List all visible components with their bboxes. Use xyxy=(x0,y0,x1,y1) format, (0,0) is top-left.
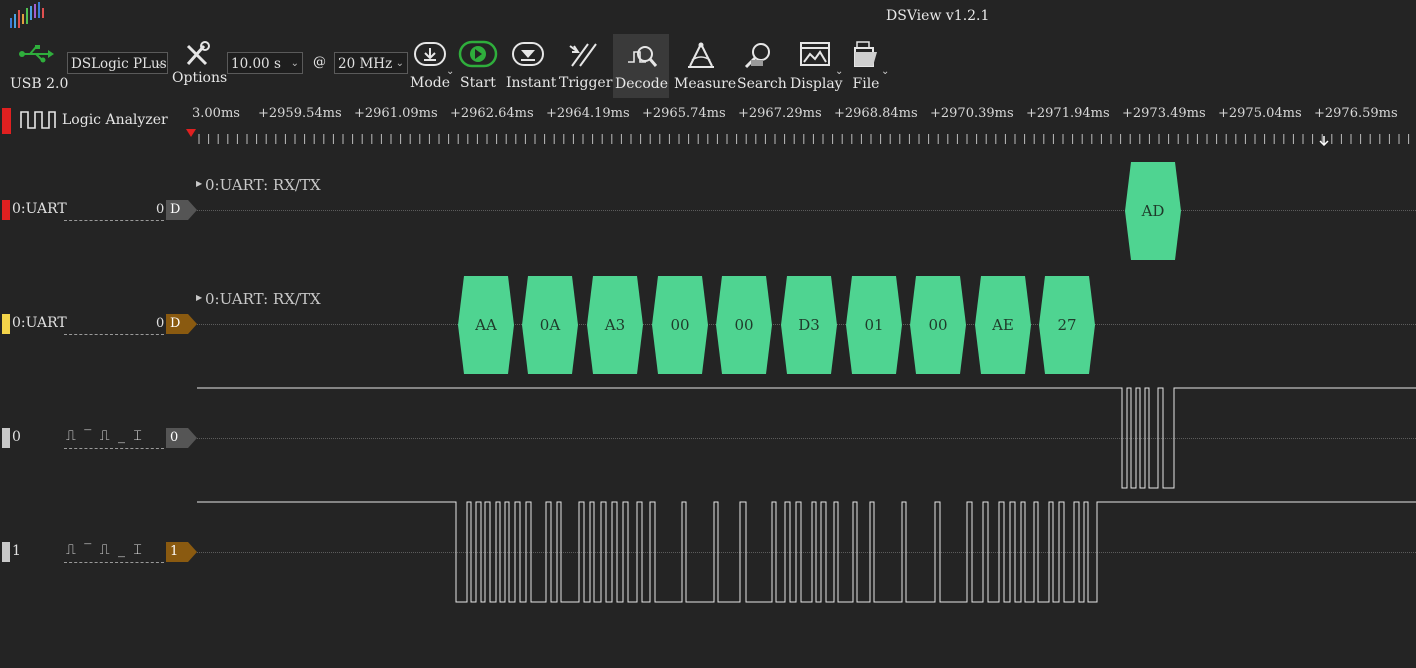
channel-0-waveform xyxy=(197,387,1416,489)
channel-1-waveform xyxy=(197,501,1416,603)
waveform-canvas[interactable] xyxy=(0,0,1416,668)
